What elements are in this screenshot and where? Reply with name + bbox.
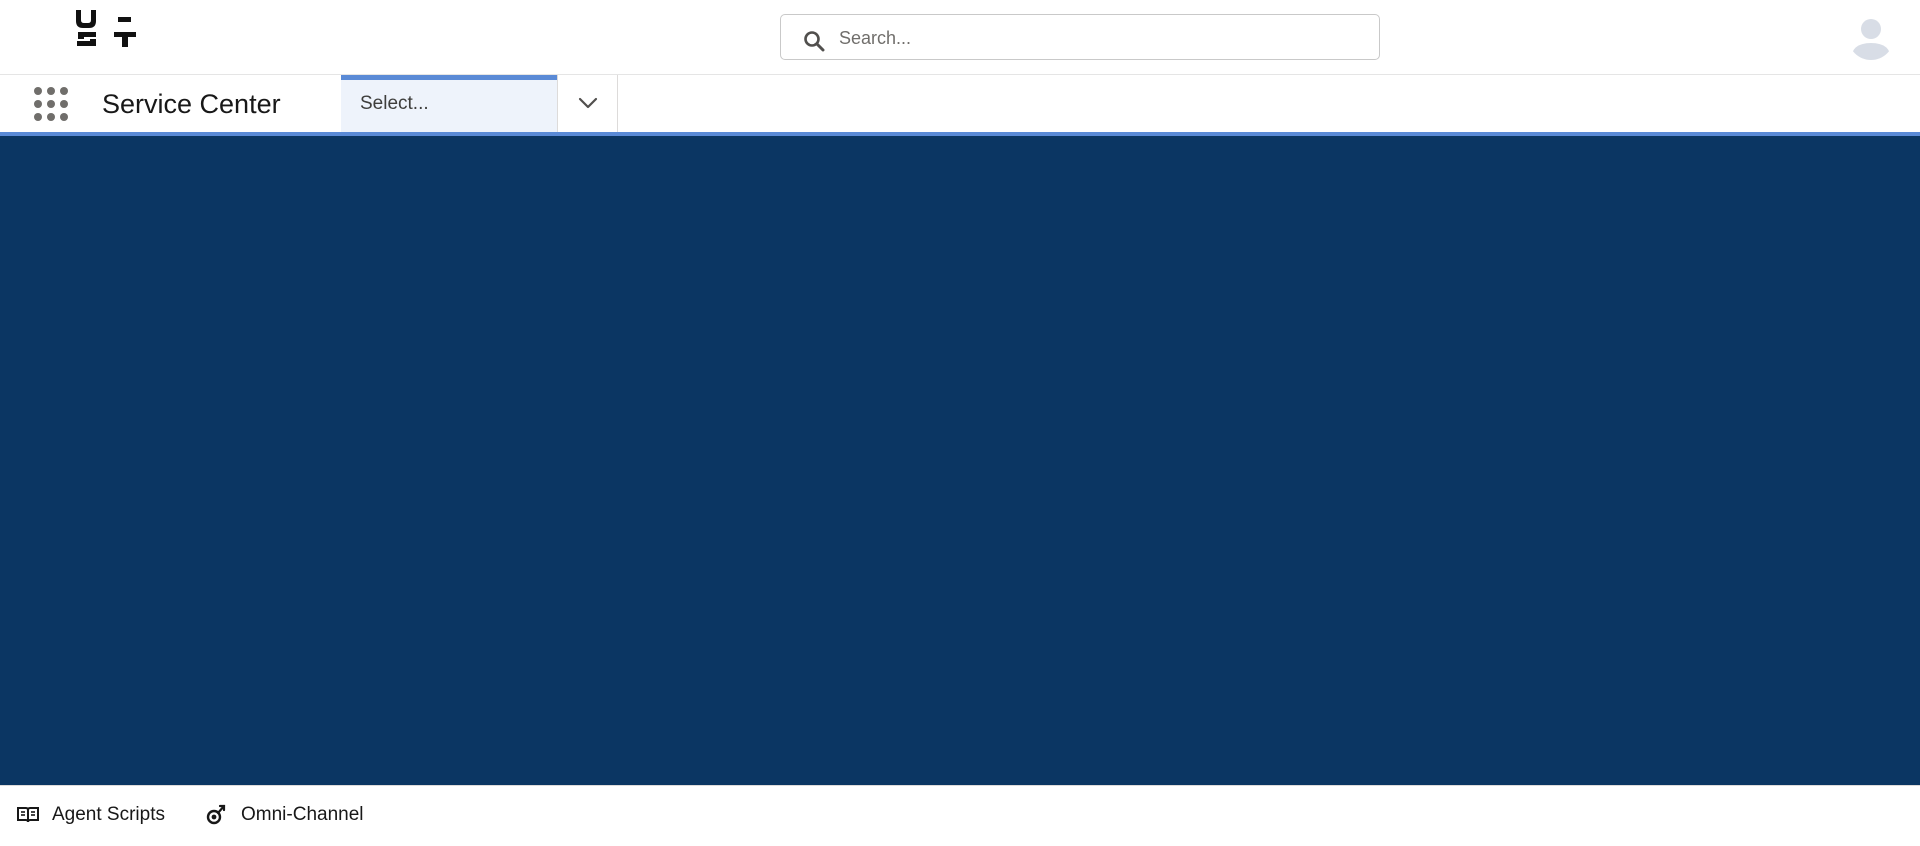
app-launcher-waffle-icon[interactable] bbox=[33, 86, 69, 122]
nav-select-label: Select... bbox=[360, 93, 429, 114]
utility-item-agent-scripts[interactable]: Agent Scripts bbox=[16, 800, 165, 830]
global-search[interactable] bbox=[780, 14, 1380, 61]
chevron-down-icon bbox=[578, 97, 598, 109]
workspace-area bbox=[0, 136, 1920, 785]
utility-item-label: Agent Scripts bbox=[52, 804, 165, 825]
search-icon bbox=[803, 30, 825, 52]
search-input[interactable] bbox=[837, 15, 1361, 61]
global-header bbox=[0, 0, 1920, 75]
app-nav-bar: Service Center Select... bbox=[0, 75, 1920, 136]
nav-menu-dropdown-button[interactable] bbox=[557, 75, 618, 132]
utility-item-omni-channel[interactable]: Omni-Channel bbox=[205, 800, 364, 830]
app-name: Service Center bbox=[102, 89, 281, 119]
book-icon bbox=[16, 803, 40, 827]
utility-bar: Agent Scripts Omni-Channel bbox=[0, 785, 1920, 846]
utility-item-label: Omni-Channel bbox=[241, 804, 364, 825]
company-logo[interactable] bbox=[74, 8, 140, 48]
user-avatar[interactable] bbox=[1848, 14, 1894, 60]
nav-item-select[interactable]: Select... bbox=[341, 75, 557, 132]
omni-channel-icon bbox=[205, 803, 229, 827]
